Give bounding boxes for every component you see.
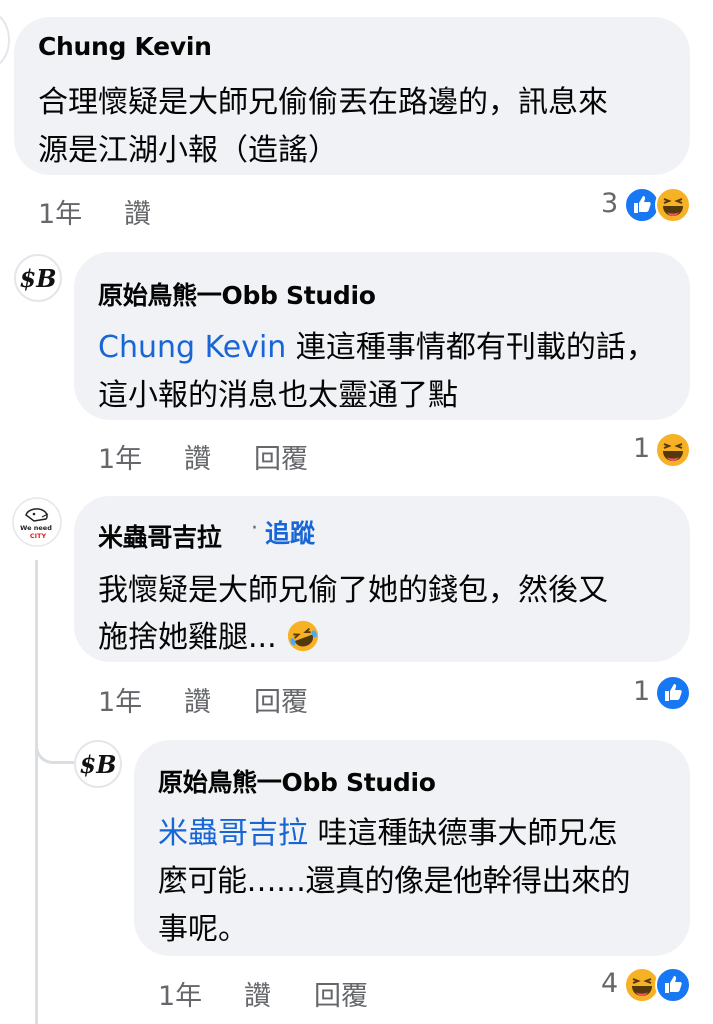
comment-author[interactable]: 原始鳥熊一Obb Studio [98,276,376,312]
we-need-city-logo-icon: We need CITY [12,497,62,547]
reaction-count[interactable]: 1 [633,676,650,707]
comment-text-line: 麼可能……還真的像是他幹得出來的 [158,864,631,899]
svg-text:$B: $B [80,750,117,779]
reaction-count[interactable]: 3 [601,188,618,219]
comment-text-line: 米蟲哥吉拉 哇這種缺德事大師兄怎 [158,808,618,852]
like-button[interactable]: 讚 [184,437,211,476]
haha-icon[interactable] [655,187,691,223]
comment-author[interactable]: 原始鳥熊一Obb Studio [158,763,436,799]
like-button[interactable]: 讚 [124,192,151,231]
comment-text-line: 事呢。 [158,912,248,947]
comment-author[interactable]: 米蟲哥吉拉 [98,518,222,554]
follow-link[interactable]: 追蹤 [265,514,315,550]
obb-studio-logo-icon: $B [20,264,57,293]
thread-line-curve [35,740,75,764]
comment-text-line: 源是江湖小報（造謠） [38,133,338,168]
mention-link[interactable]: Chung Kevin [98,330,286,365]
thread-line [35,560,38,1024]
comment-text-line: Chung Kevin 連這種事情都有刊載的話， [98,322,656,366]
obb-studio-logo-icon: $B [80,750,117,779]
mention-link[interactable]: 米蟲哥吉拉 [158,816,308,851]
avatar-badge-text: We need [20,524,52,532]
reaction-count[interactable]: 4 [601,968,618,999]
comment-text: 連這種事情都有刊載的話， [286,330,656,365]
comment-text: 施捨她雞腿... [98,620,277,655]
reply-button[interactable]: 回覆 [254,680,308,719]
avatar[interactable]: $B [74,740,122,788]
avatar[interactable]: We need CITY [12,497,62,547]
comment-timestamp[interactable]: 1年 [98,437,142,476]
comment-author[interactable]: Chung Kevin [38,32,212,61]
like-button[interactable]: 讚 [184,680,211,719]
avatar[interactable]: $B [14,254,62,302]
svg-text:$B: $B [20,264,57,293]
comment-text: 哇這種缺德事大師兄怎 [308,816,618,851]
comment-text-line: 這小報的消息也太靈通了點 [98,378,458,413]
like-icon[interactable] [655,967,691,1003]
avatar[interactable] [0,12,10,68]
haha-icon[interactable] [655,432,691,468]
comment-text-line: 我懷疑是大師兄偷了她的錢包，然後又 [98,573,608,608]
like-icon[interactable] [655,675,691,711]
like-button[interactable]: 讚 [244,974,271,1013]
laughing-emoji-icon [288,620,319,652]
avatar-badge-text: CITY [30,532,47,540]
reply-button[interactable]: 回覆 [314,974,368,1013]
reaction-count[interactable]: 1 [633,433,650,464]
reply-button[interactable]: 回覆 [254,437,308,476]
comment-timestamp[interactable]: 1年 [158,974,202,1013]
comment-timestamp[interactable]: 1年 [38,192,82,231]
comment-text-line: 合理懷疑是大師兄偷偷丟在路邊的，訊息來 [38,85,608,120]
comment-text-line: 施捨她雞腿... [98,612,320,656]
name-separator: · [251,516,258,541]
comment-timestamp[interactable]: 1年 [98,680,142,719]
